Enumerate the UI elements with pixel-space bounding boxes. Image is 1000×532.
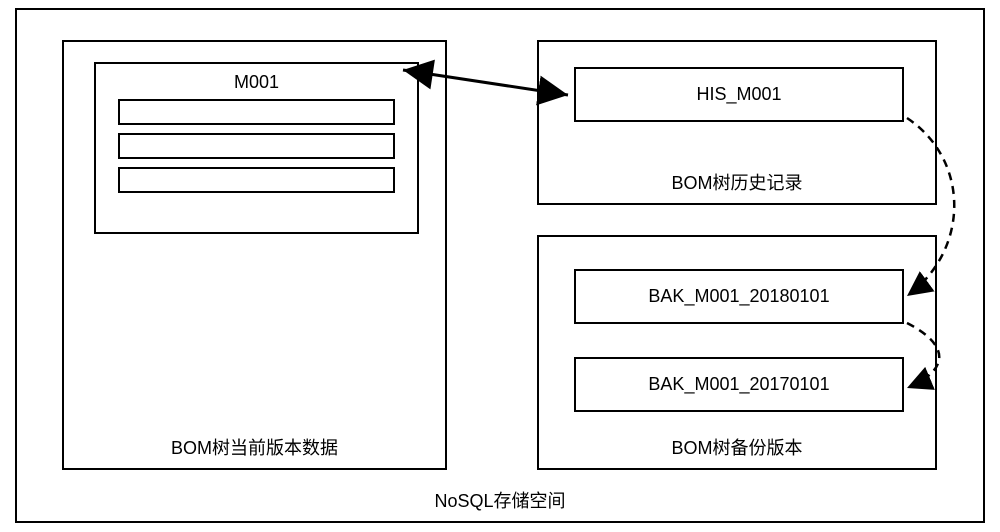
nosql-storage-label: NoSQL存储空间	[434, 487, 565, 513]
m001-row	[118, 167, 395, 193]
his-m001-box: HIS_M001	[574, 67, 904, 122]
backup-panel: BOM树备份版本 BAK_M001_20180101 BAK_M001_2017…	[537, 235, 937, 470]
m001-row	[118, 99, 395, 125]
bak-20180101-box: BAK_M001_20180101	[574, 269, 904, 324]
current-version-panel: BOM树当前版本数据 M001	[62, 40, 447, 470]
current-version-label: BOM树当前版本数据	[171, 434, 338, 460]
bak-20180101-label: BAK_M001_20180101	[648, 286, 829, 307]
m001-title: M001	[96, 72, 417, 93]
history-label: BOM树历史记录	[671, 169, 802, 195]
nosql-storage-container: NoSQL存储空间 BOM树当前版本数据 M001 BOM树历史记录 HIS_M…	[15, 8, 985, 523]
bak-20170101-box: BAK_M001_20170101	[574, 357, 904, 412]
his-m001-label: HIS_M001	[696, 84, 781, 105]
bak-20170101-label: BAK_M001_20170101	[648, 374, 829, 395]
history-panel: BOM树历史记录 HIS_M001	[537, 40, 937, 205]
m001-row	[118, 133, 395, 159]
m001-box: M001	[94, 62, 419, 234]
backup-label: BOM树备份版本	[671, 434, 802, 460]
